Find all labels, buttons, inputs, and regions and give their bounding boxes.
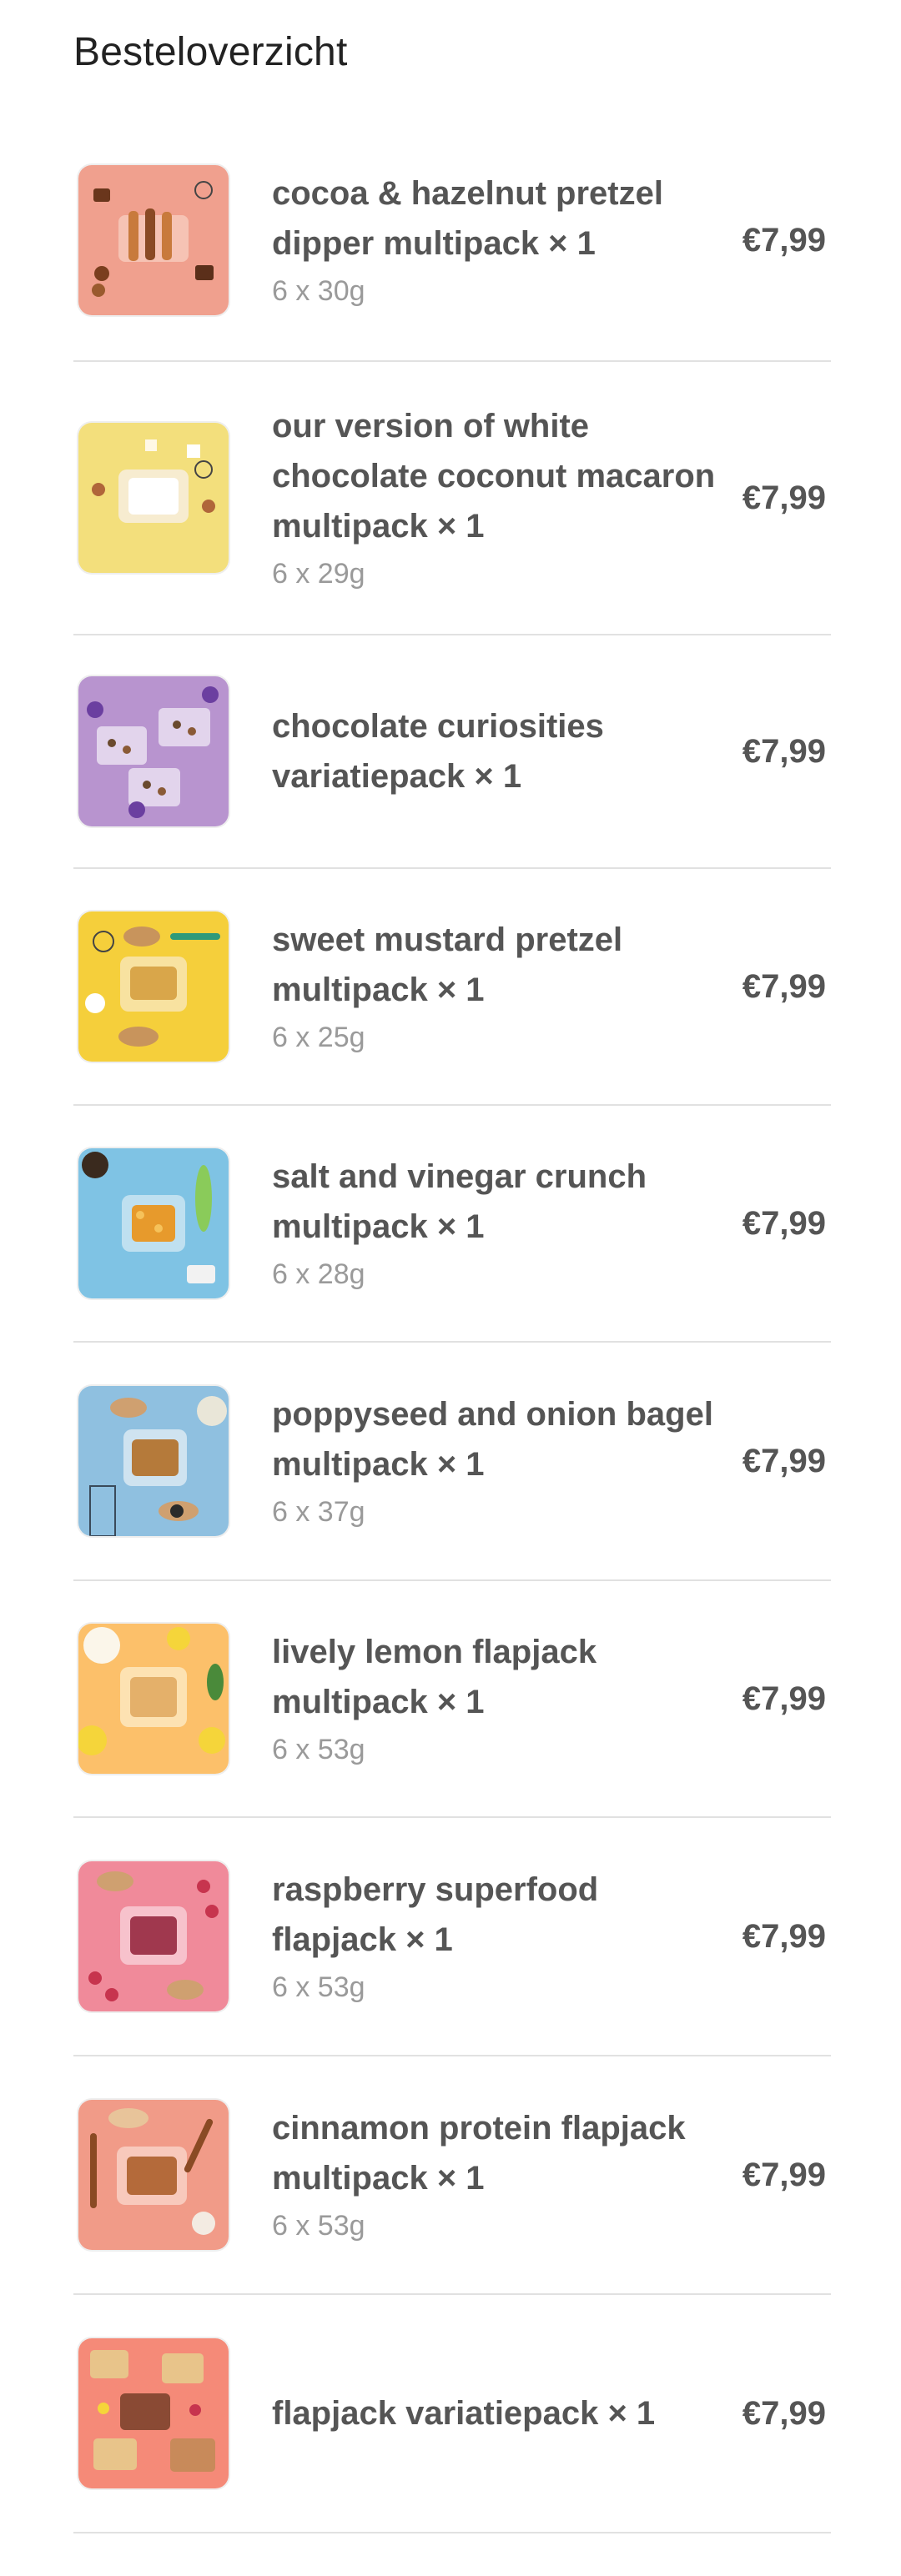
product-name: sweet mustard pretzel multipack × 1 [272,921,623,1008]
product-variant: 6 x 30g [272,275,365,307]
product-image [78,1386,229,1536]
product-name: salt and vinegar crunch multipack × 1 [272,1158,647,1245]
product-price: €7,99 [742,1680,826,1717]
poppyseed-bagel-image [78,1386,229,1536]
product-name: chocolate curiosities variatiepack × 1 [272,708,604,795]
order-item-5: salt and vinegar crunch multipack × 1 6 … [73,1106,831,1343]
product-name: cocoa & hazelnut pretzel dipper multipac… [272,175,663,262]
coconut-macaron-image [78,423,229,573]
product-price: €7,99 [742,221,826,259]
product-price: €7,99 [742,2394,826,2432]
product-image [78,423,229,573]
order-item-1: cocoa & hazelnut pretzel dipper multipac… [73,120,831,362]
product-price: €7,99 [742,1204,826,1242]
flapjack-variety-image [78,2338,229,2488]
product-info: our version of white chocolate coconut m… [272,401,742,595]
product-price: €7,99 [742,967,826,1005]
product-image [78,165,229,315]
product-name: poppyseed and onion bagel multipack × 1 [272,1396,713,1483]
product-name: cinnamon protein flapjack multipack × 1 [272,2110,686,2197]
product-info: lively lemon flapjack multipack × 1 6 x … [272,1627,742,1770]
order-item-3: chocolate curiosities variatiepack × 1 €… [73,635,831,869]
product-info: cocoa & hazelnut pretzel dipper multipac… [272,168,742,312]
raspberry-flapjack-image [78,1861,229,2011]
product-info: sweet mustard pretzel multipack × 1 6 x … [272,915,742,1058]
product-image [78,2338,229,2488]
product-name: flapjack variatiepack × 1 [272,2395,656,2432]
order-item-4: sweet mustard pretzel multipack × 1 6 x … [73,869,831,1106]
order-item-9: cinnamon protein flapjack multipack × 1 … [73,2056,831,2295]
product-info: cinnamon protein flapjack multipack × 1 … [272,2103,742,2247]
order-summary-page: Besteloverzicht cocoa & hazelnut pretzel… [0,0,901,2576]
product-image [78,911,229,1062]
product-image [78,1624,229,1774]
product-name: our version of white chocolate coconut m… [272,408,716,545]
product-info: flapjack variatiepack × 1 [272,2388,742,2438]
salt-vinegar-image [78,1148,229,1298]
product-price: €7,99 [742,1442,826,1479]
product-variant: 6 x 53g [272,1734,365,1765]
product-price: €7,99 [742,479,826,516]
product-info: raspberry superfood flapjack × 1 6 x 53g [272,1865,742,2008]
product-variant: 6 x 25g [272,1022,365,1053]
product-image [78,1148,229,1298]
mustard-pretzel-image [78,911,229,1062]
product-price: €7,99 [742,2156,826,2193]
product-variant: 6 x 53g [272,1971,365,2003]
cinnamon-flapjack-image [78,2100,229,2250]
product-info: salt and vinegar crunch multipack × 1 6 … [272,1152,742,1295]
product-price: €7,99 [742,1917,826,1955]
product-info: chocolate curiosities variatiepack × 1 [272,701,742,801]
pretzel-dipper-image [78,165,229,315]
lemon-flapjack-image [78,1624,229,1774]
page-title: Besteloverzicht [73,30,348,74]
product-price: €7,99 [742,732,826,770]
order-item-list: cocoa & hazelnut pretzel dipper multipac… [73,120,831,2533]
product-variant: 6 x 53g [272,2210,365,2242]
product-image [78,2100,229,2250]
product-name: lively lemon flapjack multipack × 1 [272,1634,597,1720]
product-image [78,676,229,826]
product-name: raspberry superfood flapjack × 1 [272,1871,599,1958]
product-image [78,1861,229,2011]
order-item-2: our version of white chocolate coconut m… [73,362,831,635]
chocolate-variety-image [78,676,229,826]
order-item-6: poppyseed and onion bagel multipack × 1 … [73,1343,831,1581]
product-variant: 6 x 29g [272,558,365,590]
product-info: poppyseed and onion bagel multipack × 1 … [272,1389,742,1533]
order-item-8: raspberry superfood flapjack × 1 6 x 53g… [73,1818,831,2056]
order-item-7: lively lemon flapjack multipack × 1 6 x … [73,1581,831,1818]
product-variant: 6 x 28g [272,1258,365,1290]
product-variant: 6 x 37g [272,1496,365,1528]
order-item-10: flapjack variatiepack × 1 €7,99 [73,2295,831,2533]
